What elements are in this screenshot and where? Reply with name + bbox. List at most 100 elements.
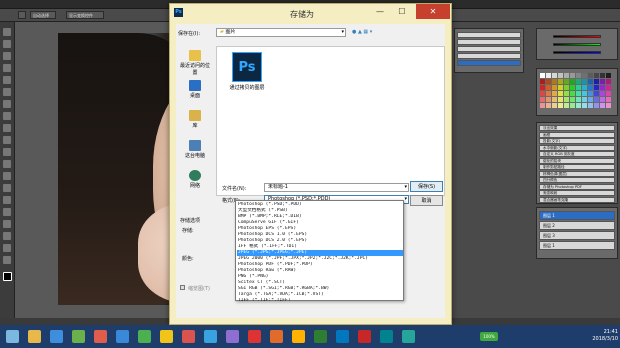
color-swatch[interactable] (600, 73, 605, 78)
color-swatch[interactable] (540, 79, 545, 84)
shape-tool-icon[interactable] (3, 232, 11, 240)
color-swatch[interactable] (540, 103, 545, 108)
taskbar-app-icon[interactable] (314, 330, 327, 343)
color-swatch[interactable] (570, 97, 575, 102)
color-swatch[interactable] (564, 91, 569, 96)
action-row[interactable]: 渐变映射 (539, 190, 615, 196)
show-transform-option[interactable]: 显示变换控件 (66, 11, 104, 19)
red-slider[interactable] (553, 35, 601, 38)
taskbar-app-icon[interactable] (248, 330, 261, 343)
color-swatch[interactable] (582, 73, 587, 78)
action-row[interactable]: 投影(文字) (539, 138, 615, 144)
action-row[interactable]: 淡出效果 (539, 125, 615, 131)
place-computer[interactable]: 这台电脑 (178, 140, 212, 159)
action-row[interactable]: 画框 (539, 131, 615, 138)
action-row[interactable]: 存储为 Photoshop PDF (539, 183, 615, 190)
color-swatch[interactable] (558, 73, 563, 78)
brush-tool-icon[interactable] (3, 112, 11, 120)
filename-input[interactable]: 未标题-1 ▾ (264, 183, 409, 192)
layer-row[interactable]: 图层 2 (539, 221, 615, 230)
color-swatch[interactable] (594, 79, 599, 84)
color-swatch[interactable] (606, 79, 611, 84)
color-swatch[interactable] (570, 103, 575, 108)
color-swatch[interactable] (594, 97, 599, 102)
color-swatch[interactable] (576, 85, 581, 90)
color-swatch[interactable] (582, 79, 587, 84)
color-swatch[interactable] (540, 85, 545, 90)
history-row[interactable] (457, 46, 521, 52)
place-network[interactable]: 网络 (178, 170, 212, 189)
color-swatch[interactable] (558, 79, 563, 84)
taskbar-app-icon[interactable] (50, 330, 63, 343)
nav-buttons[interactable]: ● ▲ ▦ ▾ (352, 29, 372, 35)
blur-tool-icon[interactable] (3, 172, 11, 180)
color-swatch[interactable] (546, 79, 551, 84)
history-row[interactable] (457, 32, 521, 38)
taskbar-app-icon[interactable] (292, 330, 305, 343)
color-swatch[interactable] (564, 79, 569, 84)
action-row[interactable]: 熔化的铅块 (539, 157, 615, 164)
color-swatch[interactable] (576, 103, 581, 108)
action-row[interactable]: 四分颜色 (539, 177, 615, 183)
type-tool-icon[interactable] (3, 208, 11, 216)
taskbar-app-icon[interactable] (226, 330, 239, 343)
color-swatch[interactable] (600, 103, 605, 108)
color-swatch[interactable] (546, 97, 551, 102)
taskbar-app-icon[interactable] (336, 330, 349, 343)
taskbar-app-icon[interactable] (402, 330, 415, 343)
minimize-icon[interactable]: — (370, 6, 390, 18)
color-swatch[interactable] (546, 103, 551, 108)
taskbar-clock[interactable]: 21:41 2018/3/10 (582, 329, 618, 343)
color-swatch[interactable] (582, 85, 587, 90)
move-tool-icon[interactable] (18, 11, 26, 19)
pen-tool-icon[interactable] (3, 196, 11, 204)
format-dropdown-list[interactable]: Photoshop (*.PSD;*.PDD) 大型文档格式 (*.PSB) B… (235, 200, 404, 301)
taskbar-app-icon[interactable] (6, 330, 19, 343)
color-swatch[interactable] (552, 73, 557, 78)
color-swatch[interactable] (564, 103, 569, 108)
healing-tool-icon[interactable] (3, 100, 11, 108)
action-row[interactable]: 自定义 RGB 到灰度 (539, 151, 615, 157)
quick-select-tool-icon[interactable] (3, 64, 11, 72)
color-swatch[interactable] (594, 91, 599, 96)
file-list[interactable]: Ps 通过拷贝的图层 (216, 46, 445, 196)
color-swatch[interactable] (540, 73, 545, 78)
history-row[interactable] (457, 53, 521, 59)
taskbar-app-icon[interactable] (116, 330, 129, 343)
color-swatch[interactable] (600, 91, 605, 96)
color-swatch[interactable] (552, 91, 557, 96)
cancel-button[interactable]: 取消 (410, 195, 443, 206)
color-swatch[interactable] (606, 85, 611, 90)
color-swatch[interactable] (552, 97, 557, 102)
dodge-tool-icon[interactable] (3, 184, 11, 192)
color-swatch[interactable] (570, 91, 575, 96)
layer-row[interactable]: 图层 1 (539, 241, 615, 250)
color-swatch[interactable] (606, 91, 611, 96)
color-swatch[interactable] (558, 103, 563, 108)
color-swatch[interactable] (552, 103, 557, 108)
color-swatch[interactable] (582, 97, 587, 102)
color-swatch[interactable] (540, 97, 545, 102)
color-swatch[interactable] (576, 97, 581, 102)
color-swatch[interactable] (576, 91, 581, 96)
color-swatch[interactable] (564, 73, 569, 78)
layer-row[interactable]: 图层 1 (539, 211, 615, 220)
color-swatch[interactable] (576, 79, 581, 84)
taskbar-app-icon[interactable] (138, 330, 151, 343)
lasso-tool-icon[interactable] (3, 52, 11, 60)
color-swatch[interactable] (564, 85, 569, 90)
color-swatch[interactable] (570, 85, 575, 90)
stamp-tool-icon[interactable] (3, 124, 11, 132)
layer-row[interactable]: 图层 3 (539, 231, 615, 240)
history-row[interactable] (457, 60, 521, 66)
file-item[interactable]: Ps 通过拷贝的图层 (225, 52, 269, 91)
color-swatch[interactable] (546, 91, 551, 96)
color-swatch[interactable] (552, 85, 557, 90)
taskbar-app-icon[interactable] (358, 330, 371, 343)
color-swatch[interactable] (540, 91, 545, 96)
green-slider[interactable] (553, 43, 601, 46)
color-swatch[interactable] (570, 79, 575, 84)
color-swatch[interactable] (582, 103, 587, 108)
taskbar-app-icon[interactable] (72, 330, 85, 343)
action-row[interactable]: 水中倒影(文字) (539, 144, 615, 151)
